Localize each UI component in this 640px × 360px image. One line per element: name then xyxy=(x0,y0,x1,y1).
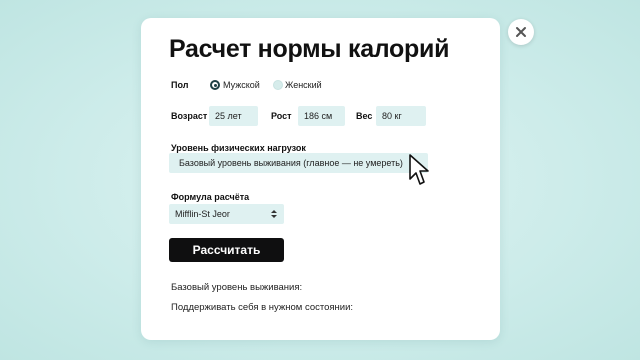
calculate-button[interactable]: Рассчитать xyxy=(169,238,284,262)
weight-label: Вес xyxy=(356,111,373,121)
radio-female[interactable] xyxy=(273,80,283,90)
mouse-cursor-icon xyxy=(409,154,429,185)
formula-select[interactable]: Mifflin-St Jeor xyxy=(169,204,284,224)
radio-male[interactable] xyxy=(210,80,220,90)
chevron-up-down-icon xyxy=(271,210,277,218)
weight-field[interactable]: 80 кг xyxy=(376,106,426,126)
close-button[interactable] xyxy=(508,19,534,45)
radio-female-label[interactable]: Женский xyxy=(285,80,322,90)
height-label: Рост xyxy=(271,111,292,121)
close-icon xyxy=(516,27,526,37)
page-title: Расчет нормы калорий xyxy=(169,35,450,63)
formula-select-value: Mifflin-St Jeor xyxy=(175,209,230,219)
activity-label: Уровень физических нагрузок xyxy=(171,143,306,153)
result-survival-label: Базовый уровень выживания: xyxy=(171,282,303,293)
formula-label: Формула расчёта xyxy=(171,192,250,202)
radio-male-label[interactable]: Мужской xyxy=(223,80,260,90)
height-field[interactable]: 186 см xyxy=(298,106,345,126)
age-label: Возраст xyxy=(171,111,208,121)
age-field[interactable]: 25 лет xyxy=(209,106,258,126)
activity-select-value: Базовый уровень выживания (главное — не … xyxy=(179,158,403,168)
result-maintain-label: Поддерживать себя в нужном состоянии: xyxy=(171,302,354,313)
sex-label: Пол xyxy=(171,80,189,90)
activity-select[interactable]: Базовый уровень выживания (главное — не … xyxy=(169,153,428,173)
